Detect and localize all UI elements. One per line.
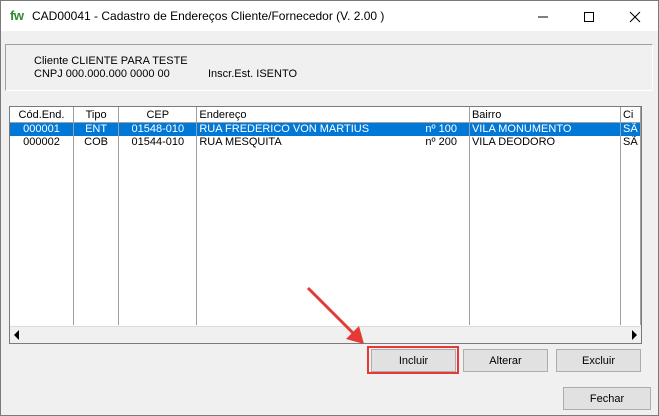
fechar-button[interactable]: Fechar (563, 387, 651, 410)
col-header-cod[interactable]: Cód.End. (10, 107, 74, 123)
endereco-text: RUA MESQUITA (199, 136, 282, 148)
scroll-left-icon[interactable] (14, 330, 19, 340)
client-cnpj: CNPJ 000.000.000 0000 00 (34, 68, 170, 80)
annotation-arrow-icon (306, 286, 364, 344)
cell-cod: 000002 (10, 136, 74, 149)
title-bar[interactable]: fw CAD00041 - Cadastro de Endereços Clie… (1, 1, 658, 31)
cell-endereco: RUA FREDERICO VON MARTIUS nº 100 (196, 122, 470, 136)
fechar-label: Fechar (589, 392, 625, 405)
close-button[interactable] (612, 2, 658, 31)
app-logo: fw (10, 8, 24, 23)
cell-bairro: VILA DEODORO (469, 136, 621, 149)
minimize-icon (538, 16, 548, 18)
minimize-button[interactable] (520, 2, 566, 31)
scroll-right-icon[interactable] (632, 330, 637, 340)
table-header: Cód.End. Tipo CEP Endereço Bairro Ci (10, 107, 641, 123)
excluir-label: Excluir (581, 354, 615, 367)
table-row[interactable]: 000002 COB 01544-010 RUA MESQUITA nº 200 … (10, 136, 641, 149)
cell-bairro: VILA MONUMENTO (469, 122, 621, 136)
client-inscricao-estadual: Inscr.Est. ISENTO (208, 68, 298, 80)
cell-cod: 000001 (10, 122, 74, 136)
cell-tipo: COB (73, 136, 120, 149)
col-header-endereco[interactable]: Endereço (196, 107, 470, 123)
endereco-numero: nº 100 (425, 123, 457, 135)
maximize-icon (584, 12, 594, 22)
cell-endereco: RUA MESQUITA nº 200 (196, 136, 470, 149)
cell-cep: 01548-010 (118, 122, 198, 136)
table-row[interactable]: 000001 ENT 01548-010 RUA FREDERICO VON M… (10, 122, 641, 136)
client-name: Cliente CLIENTE PARA TESTE (34, 55, 188, 67)
annotation-highlight-box (367, 346, 459, 374)
alterar-label: Alterar (489, 354, 522, 367)
alterar-button[interactable]: Alterar (463, 349, 548, 372)
maximize-button[interactable] (566, 2, 612, 31)
col-header-cep[interactable]: CEP (118, 107, 198, 123)
cell-cidade: SÃ (620, 122, 641, 136)
client-info-panel: Cliente CLIENTE PARA TESTE CNPJ 000.000.… (5, 44, 653, 91)
close-icon (629, 11, 641, 23)
endereco-numero: nº 200 (425, 136, 457, 148)
cell-cidade: SÃ (620, 136, 641, 149)
col-header-bairro[interactable]: Bairro (469, 107, 621, 123)
col-header-cidade[interactable]: Ci (620, 107, 641, 123)
window-title: CAD00041 - Cadastro de Endereços Cliente… (32, 9, 385, 23)
endereco-text: RUA FREDERICO VON MARTIUS (199, 123, 370, 135)
cell-tipo: ENT (73, 122, 120, 136)
excluir-button[interactable]: Excluir (556, 349, 641, 372)
cell-cep: 01544-010 (118, 136, 198, 149)
col-header-tipo[interactable]: Tipo (73, 107, 120, 123)
